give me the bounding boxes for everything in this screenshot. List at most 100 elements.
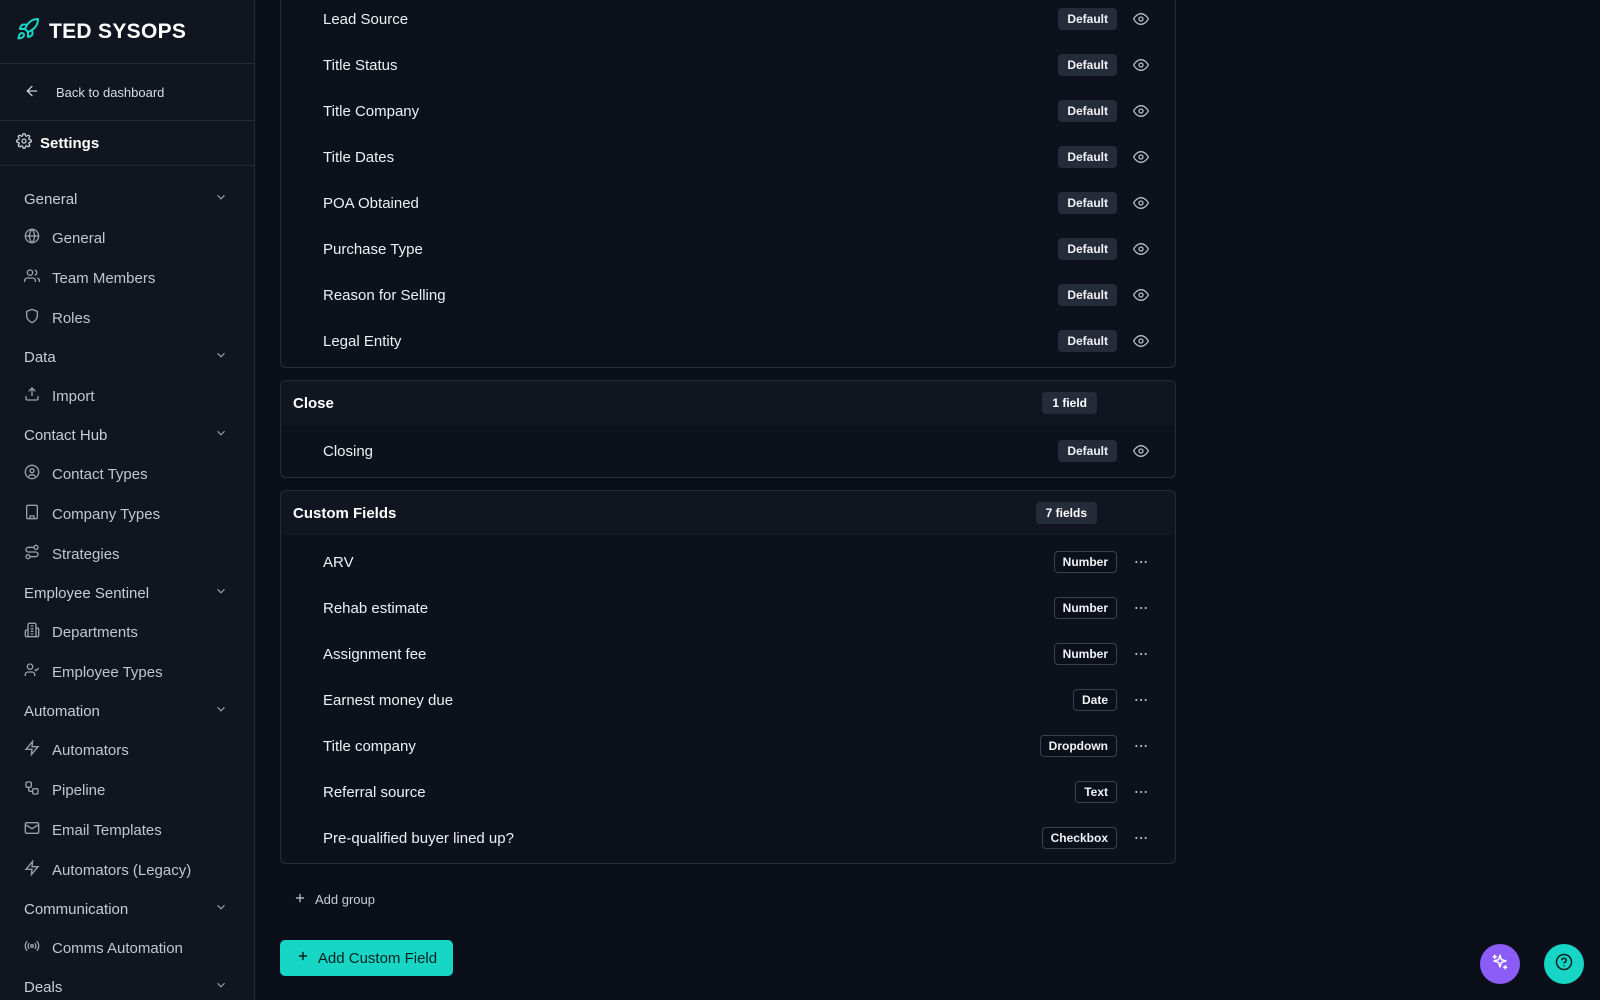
- route-icon: [24, 544, 40, 564]
- field-row[interactable]: Title Dates Default: [281, 134, 1175, 180]
- more-horizontal-icon[interactable]: [1131, 598, 1151, 618]
- eye-icon[interactable]: [1131, 239, 1151, 259]
- field-row[interactable]: Title Status Default: [281, 42, 1175, 88]
- field-name: Referral source: [323, 783, 426, 801]
- sidebar-item-team-members[interactable]: Team Members: [0, 258, 254, 298]
- field-row[interactable]: Lead Source Default: [281, 0, 1175, 42]
- rocket-icon: [16, 17, 40, 46]
- default-badge: Default: [1058, 238, 1117, 260]
- group-title: Custom Fields: [293, 504, 397, 522]
- more-horizontal-icon[interactable]: [1131, 828, 1151, 848]
- eye-icon[interactable]: [1131, 101, 1151, 121]
- eye-icon[interactable]: [1131, 55, 1151, 75]
- field-row[interactable]: Closing Default: [281, 425, 1175, 477]
- eye-icon[interactable]: [1131, 9, 1151, 29]
- nav-group-label: Communication: [24, 900, 129, 918]
- sidebar-item-automators[interactable]: Automators: [0, 730, 254, 770]
- add-group-button[interactable]: Add group: [293, 891, 375, 908]
- nav-group-deals[interactable]: Deals: [0, 968, 254, 1000]
- field-name: Closing: [323, 442, 374, 460]
- sidebar-item-contact-types[interactable]: Contact Types: [0, 454, 254, 494]
- field-name: Reason for Selling: [323, 286, 446, 304]
- field-row[interactable]: Reason for Selling Default: [281, 272, 1175, 318]
- sidebar-item-automators-legacy[interactable]: Automators (Legacy): [0, 850, 254, 890]
- sidebar-item-comms-automation[interactable]: Comms Automation: [0, 928, 254, 968]
- eye-icon[interactable]: [1131, 285, 1151, 305]
- building-2-icon: [24, 622, 40, 642]
- nav-group-automation[interactable]: Automation: [0, 692, 254, 730]
- back-to-dashboard-link[interactable]: Back to dashboard: [0, 64, 254, 121]
- eye-icon[interactable]: [1131, 193, 1151, 213]
- field-count-badge: 1 field: [1042, 392, 1097, 414]
- field-name: Title Company: [323, 102, 420, 120]
- nav-group-label: Employee Sentinel: [24, 584, 150, 602]
- brand[interactable]: TED SYSOPS: [0, 0, 254, 64]
- eye-icon[interactable]: [1131, 441, 1151, 461]
- sidebar-item-pipeline[interactable]: Pipeline: [0, 770, 254, 810]
- sidebar-item-employee-types[interactable]: Employee Types: [0, 652, 254, 692]
- nav-group-communication[interactable]: Communication: [0, 890, 254, 928]
- sidebar-item-email-templates[interactable]: Email Templates: [0, 810, 254, 850]
- field-row[interactable]: Assignment fee Number: [281, 631, 1175, 677]
- main-content: Lead Source Default Title Status Default…: [255, 0, 1600, 1000]
- eye-icon[interactable]: [1131, 331, 1151, 351]
- nav-group-label: Deals: [24, 978, 63, 996]
- field-row[interactable]: Referral source Text: [281, 769, 1175, 815]
- group-header[interactable]: Custom Fields 7 fields: [281, 491, 1175, 535]
- field-type-badge: Dropdown: [1039, 735, 1117, 757]
- more-horizontal-icon[interactable]: [1131, 782, 1151, 802]
- field-row[interactable]: Pre-qualified buyer lined up? Checkbox: [281, 815, 1175, 861]
- field-name: Assignment fee: [323, 645, 427, 663]
- radio-icon: [24, 938, 40, 958]
- nav-group-general[interactable]: General: [0, 180, 254, 218]
- sidebar-item-company-types[interactable]: Company Types: [0, 494, 254, 534]
- sidebar-item-general[interactable]: General: [0, 218, 254, 258]
- nav-group-label: Contact Hub: [24, 426, 108, 444]
- arrow-left-icon: [24, 83, 40, 102]
- field-type-badge: Number: [1053, 597, 1117, 619]
- default-badge: Default: [1058, 192, 1117, 214]
- sidebar-item-import[interactable]: Import: [0, 376, 254, 416]
- nav-group-employee-sentinel[interactable]: Employee Sentinel: [0, 574, 254, 612]
- sidebar-item-roles[interactable]: Roles: [0, 298, 254, 338]
- more-horizontal-icon[interactable]: [1131, 690, 1151, 710]
- field-row[interactable]: Purchase Type Default: [281, 226, 1175, 272]
- eye-icon[interactable]: [1131, 147, 1151, 167]
- field-row[interactable]: Rehab estimate Number: [281, 585, 1175, 631]
- chevron-down-icon: [214, 702, 228, 720]
- sidebar-item-label: Import: [52, 387, 95, 405]
- field-type-badge: Date: [1072, 689, 1117, 711]
- building-icon: [24, 504, 40, 524]
- sidebar-item-label: Automators: [52, 741, 129, 759]
- sidebar-item-strategies[interactable]: Strategies: [0, 534, 254, 574]
- group-header[interactable]: Close 1 field: [281, 381, 1175, 425]
- field-count-badge: 7 fields: [1035, 502, 1097, 524]
- field-row[interactable]: Earnest money due Date: [281, 677, 1175, 723]
- nav-group-label: General: [24, 190, 78, 208]
- field-name: Pre-qualified buyer lined up?: [323, 829, 514, 847]
- chevron-down-icon: [214, 190, 228, 208]
- user-check-icon: [24, 662, 40, 682]
- group-title: Close: [293, 394, 334, 412]
- field-row[interactable]: POA Obtained Default: [281, 180, 1175, 226]
- nav-group-contact-hub[interactable]: Contact Hub: [0, 416, 254, 454]
- more-horizontal-icon[interactable]: [1131, 736, 1151, 756]
- ai-assistant-button[interactable]: [1480, 944, 1520, 984]
- help-circle-icon: [1555, 953, 1573, 976]
- more-horizontal-icon[interactable]: [1131, 644, 1151, 664]
- field-row[interactable]: Title Company Default: [281, 88, 1175, 134]
- default-badge: Default: [1058, 146, 1117, 168]
- brand-name: TED SYSOPS: [49, 19, 187, 43]
- help-button[interactable]: [1544, 944, 1584, 984]
- nav-group-label: Automation: [24, 702, 100, 720]
- sidebar-item-departments[interactable]: Departments: [0, 612, 254, 652]
- add-custom-field-button[interactable]: Add Custom Field: [280, 940, 453, 976]
- field-row[interactable]: Legal Entity Default: [281, 318, 1175, 364]
- sidebar-item-label: General: [52, 229, 106, 247]
- nav-group-data[interactable]: Data: [0, 338, 254, 376]
- field-name: Purchase Type: [323, 240, 423, 258]
- more-horizontal-icon[interactable]: [1131, 552, 1151, 572]
- back-label: Back to dashboard: [56, 84, 165, 100]
- field-row[interactable]: Title company Dropdown: [281, 723, 1175, 769]
- field-row[interactable]: ARV Number: [281, 539, 1175, 585]
